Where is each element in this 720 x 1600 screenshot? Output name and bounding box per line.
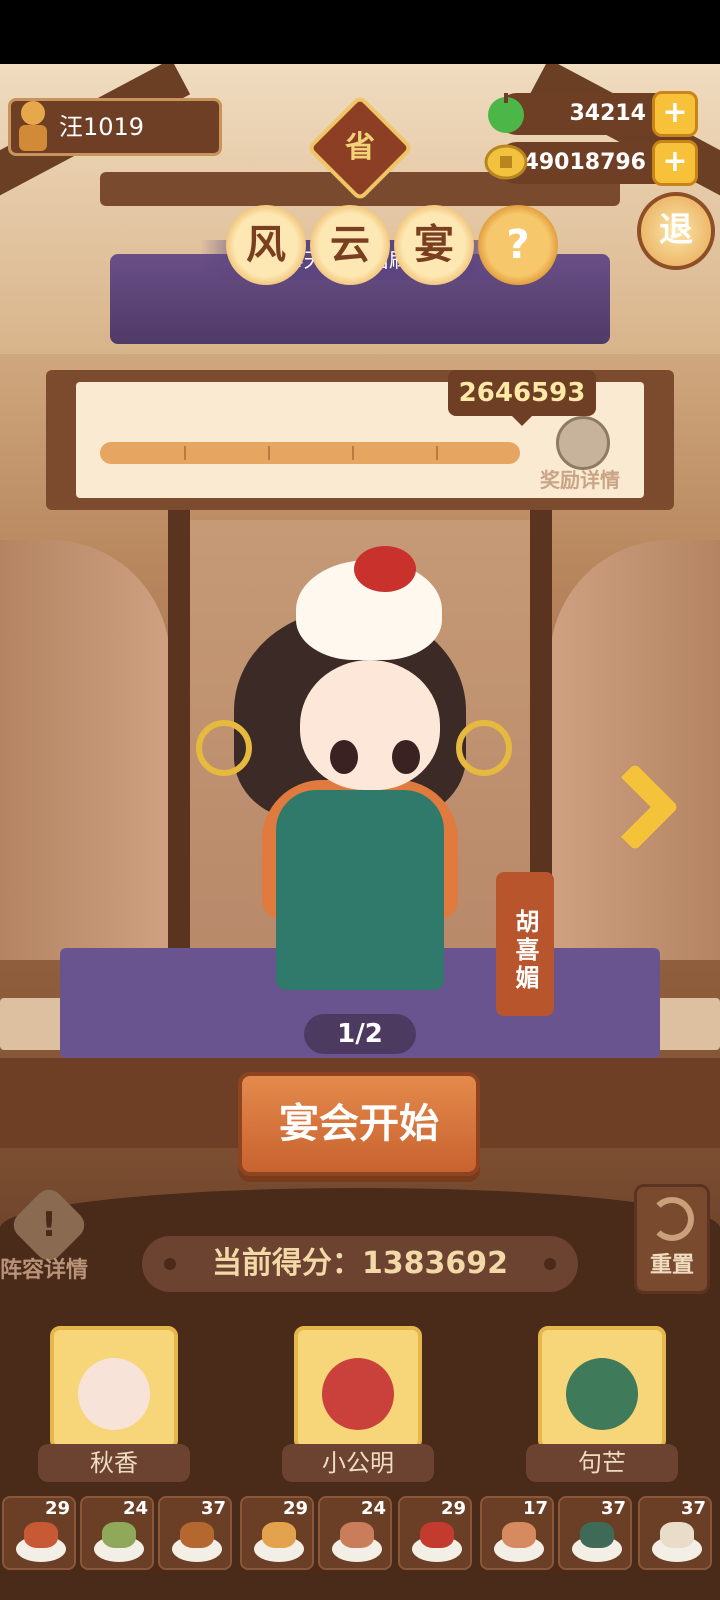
dish-count: 37 [680, 1498, 706, 1519]
food-icon [340, 1522, 374, 1548]
dish-count: 29 [44, 1498, 70, 1519]
dish-item[interactable]: 37 [158, 1496, 232, 1570]
progress-tick [436, 446, 438, 460]
hair-ornament-left [196, 720, 252, 776]
score-progress-bar [100, 442, 520, 464]
dish-item[interactable]: 29 [398, 1496, 472, 1570]
current-score-value: 1383692 [361, 1246, 509, 1281]
apple-count: 34214 [569, 101, 646, 126]
apple-currency: 34214 + [488, 91, 698, 137]
add-apple-button[interactable]: + [652, 91, 698, 137]
reset-button[interactable]: 重置 [634, 1184, 710, 1294]
progress-tick [352, 446, 354, 460]
team-name: 小公明 [282, 1444, 434, 1482]
exit-button[interactable]: 退 [637, 192, 715, 270]
team-portrait [322, 1358, 394, 1430]
food-icon [660, 1522, 694, 1548]
coin-currency: 49018796 + [484, 140, 698, 186]
team-card[interactable] [538, 1326, 666, 1450]
lineup-details-button[interactable]: 阵容详情 [0, 1252, 88, 1284]
score-dot [544, 1258, 556, 1270]
dish-item[interactable]: 24 [318, 1496, 392, 1570]
character-eye [392, 740, 420, 774]
curtain-left [0, 540, 170, 960]
curtain-right [550, 540, 720, 960]
team-card[interactable] [50, 1326, 178, 1450]
total-score: 2646593 [458, 378, 586, 408]
exclamation-icon: ! [41, 1205, 57, 1245]
food-icon [262, 1522, 296, 1548]
progress-tick [268, 446, 270, 460]
dish-count: 24 [122, 1498, 148, 1519]
character-eye [330, 740, 358, 774]
dish-item[interactable]: 29 [240, 1496, 314, 1570]
title-char-2: 云 [310, 205, 390, 285]
coin-count: 49018796 [523, 150, 646, 175]
coin-icon [484, 144, 528, 180]
title-char-3: 宴 [394, 205, 474, 285]
progress-tick [184, 446, 186, 460]
dish-count: 37 [600, 1498, 626, 1519]
hair-ornament-right [456, 720, 512, 776]
dish-item[interactable]: 37 [558, 1496, 632, 1570]
reward-chest-icon[interactable] [556, 416, 610, 470]
bubble-tail [512, 416, 532, 426]
player-name: 汪1019 [59, 113, 145, 141]
title-char-1: 风 [226, 205, 306, 285]
add-coin-button[interactable]: + [652, 140, 698, 186]
food-icon [580, 1522, 614, 1548]
province-label: 省 [345, 130, 375, 165]
food-icon [24, 1522, 58, 1548]
current-score: 当前得分：1383692 [142, 1236, 578, 1292]
player-badge[interactable]: 汪1019 [8, 98, 222, 156]
apple-icon [488, 93, 524, 133]
score-dot [164, 1258, 176, 1270]
dish-count: 29 [282, 1498, 308, 1519]
chicken-comb [354, 546, 416, 592]
refresh-icon [650, 1197, 694, 1241]
total-score-bubble: 2646593 [448, 370, 596, 426]
dish-count: 29 [440, 1498, 466, 1519]
food-icon [502, 1522, 536, 1548]
dish-item[interactable]: 24 [80, 1496, 154, 1570]
reward-details-link[interactable]: 奖励详情 [540, 464, 620, 493]
dish-count: 37 [200, 1498, 226, 1519]
character-name: 胡喜媚 [496, 872, 554, 1016]
reset-label: 重置 [649, 1253, 694, 1278]
team-portrait [566, 1358, 638, 1430]
dish-count: 24 [360, 1498, 386, 1519]
dish-count: 17 [522, 1498, 548, 1519]
dish-item[interactable]: 29 [2, 1496, 76, 1570]
food-icon [420, 1522, 454, 1548]
food-icon [180, 1522, 214, 1548]
pillar-left [168, 510, 190, 950]
food-icon [102, 1522, 136, 1548]
team-portrait [78, 1358, 150, 1430]
help-button[interactable]: ? [478, 205, 558, 285]
current-score-label: 当前得分： [211, 1246, 362, 1281]
start-banquet-button[interactable]: 宴会开始 [238, 1072, 480, 1176]
team-card[interactable] [294, 1326, 422, 1450]
player-avatar-icon [19, 101, 47, 151]
dish-item[interactable]: 37 [638, 1496, 712, 1570]
dish-item[interactable]: 17 [480, 1496, 554, 1570]
team-name: 句芒 [526, 1444, 678, 1482]
character-face [300, 660, 440, 790]
team-name: 秋香 [38, 1444, 190, 1482]
page-indicator: 1/2 [304, 1014, 416, 1054]
character-skirt [276, 790, 444, 990]
